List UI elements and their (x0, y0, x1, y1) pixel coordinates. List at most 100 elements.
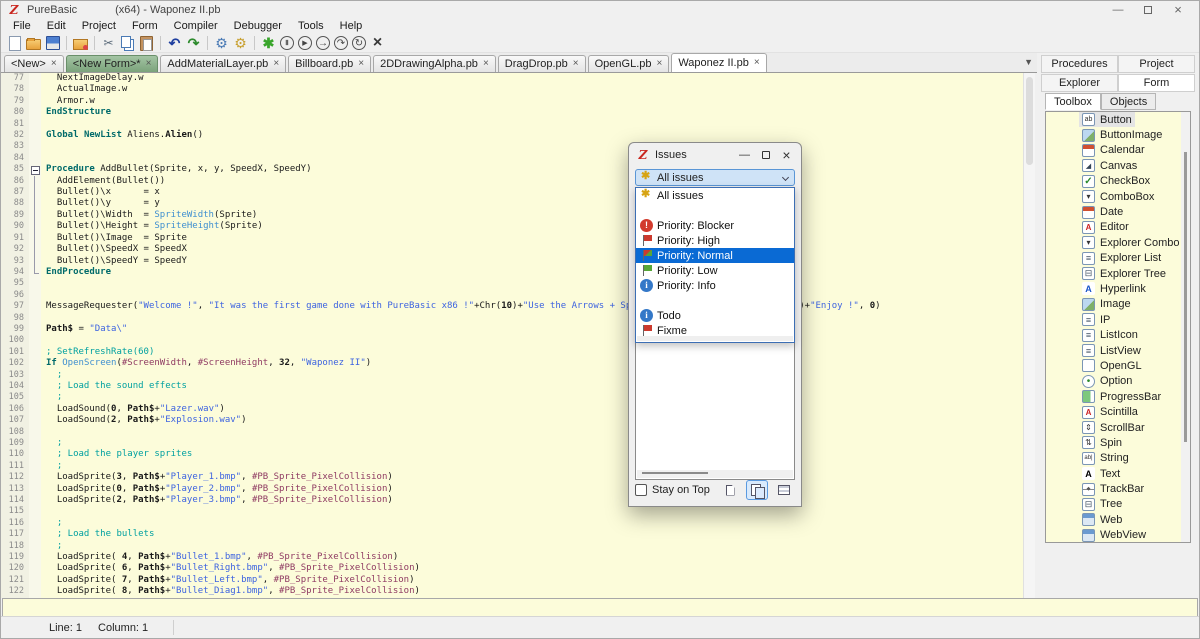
compile-run-icon[interactable] (212, 35, 231, 52)
stay-on-top-checkbox[interactable] (635, 484, 647, 496)
issues-horizontal-scrollbar[interactable] (637, 470, 793, 478)
issues-hscroll-thumb[interactable] (642, 472, 708, 474)
menu-form[interactable]: Form (124, 19, 166, 33)
file-tab-2ddrawingalpha-pb[interactable]: 2DDrawingAlpha.pb× (373, 55, 496, 72)
tab-close-icon[interactable]: × (358, 60, 364, 68)
toolbox-item-opengl[interactable]: OpenGL (1046, 358, 1190, 373)
minimize-icon[interactable]: — (1103, 1, 1133, 18)
toolbox-item-ip[interactable]: IP (1046, 312, 1190, 327)
file-tab-addmateriallayer-pb[interactable]: AddMaterialLayer.pb× (160, 55, 286, 72)
toolbox-item-editor[interactable]: Editor (1046, 220, 1190, 235)
toolbox-item-option[interactable]: Option (1046, 374, 1190, 389)
toolbox-item-canvas[interactable]: Canvas (1046, 158, 1190, 173)
dialog-maximize-icon[interactable] (755, 145, 776, 165)
toolbox-item-web[interactable]: Web (1046, 512, 1190, 527)
cut-icon[interactable] (99, 35, 118, 52)
editor-scrollbar-thumb[interactable] (1026, 77, 1033, 165)
double-page-view-button[interactable] (746, 480, 768, 500)
toolbox-item-explorer-list[interactable]: Explorer List (1046, 251, 1190, 266)
dropdown-item-priority-low[interactable]: Priority: Low (636, 263, 794, 278)
tab-close-icon[interactable]: × (273, 60, 279, 68)
toolbox-item-explorer-combo[interactable]: Explorer Combo (1046, 235, 1190, 250)
tab-close-icon[interactable]: × (754, 59, 760, 67)
tab-overflow-icon[interactable]: ▼ (1024, 57, 1033, 67)
menu-debugger[interactable]: Debugger (226, 19, 290, 33)
save-file-icon[interactable] (43, 35, 62, 52)
toolbox-item-explorer-tree[interactable]: Explorer Tree (1046, 266, 1190, 281)
undo-icon[interactable] (165, 35, 184, 52)
menu-compiler[interactable]: Compiler (166, 19, 226, 33)
toolbox-item-image[interactable]: Image (1046, 297, 1190, 312)
toolbox-item-date[interactable]: Date (1046, 204, 1190, 219)
toggle-folder-icon[interactable] (71, 35, 90, 52)
step-out-icon[interactable] (352, 36, 366, 50)
menu-tools[interactable]: Tools (290, 19, 332, 33)
close-icon[interactable]: × (1163, 1, 1193, 18)
single-page-view-button[interactable] (719, 480, 741, 500)
editor-scrollbar[interactable] (1023, 73, 1035, 598)
toolbox-item-webview[interactable]: WebView (1046, 528, 1190, 543)
dropdown-item-todo[interactable]: Todo (636, 308, 794, 323)
menu-project[interactable]: Project (74, 19, 124, 33)
toolbox-item-string[interactable]: String (1046, 451, 1190, 466)
dropdown-item-priority-normal[interactable]: Priority: Normal (636, 248, 794, 263)
dropdown-item-blank[interactable] (636, 203, 794, 218)
toolbox-item-combobox[interactable]: ComboBox (1046, 189, 1190, 204)
tab-close-icon[interactable]: × (656, 60, 662, 68)
file-tab-billboard-pb[interactable]: Billboard.pb× (288, 55, 371, 72)
menu-edit[interactable]: Edit (39, 19, 74, 33)
issues-dialog-titlebar[interactable]: Issues — × (629, 143, 801, 167)
dialog-close-icon[interactable]: × (776, 145, 797, 165)
report-view-button[interactable] (773, 480, 795, 500)
tab-project[interactable]: Project (1118, 55, 1195, 73)
start-debugger-icon[interactable] (259, 35, 278, 52)
toolbox-item-scrollbar[interactable]: ScrollBar (1046, 420, 1190, 435)
tab-explorer[interactable]: Explorer (1041, 74, 1118, 92)
toolbox-item-trackbar[interactable]: TrackBar (1046, 481, 1190, 496)
toolbox-item-hyperlink[interactable]: Hyperlink (1046, 281, 1190, 296)
toolbox-item-listicon[interactable]: ListIcon (1046, 327, 1190, 342)
toolbox-scrollbar-thumb[interactable] (1184, 152, 1187, 442)
dropdown-item-priority-high[interactable]: Priority: High (636, 233, 794, 248)
toolbox-item-scintilla[interactable]: Scintilla (1046, 404, 1190, 419)
toolbox-item-buttonimage[interactable]: ButtonImage (1046, 127, 1190, 142)
pause-icon[interactable] (280, 36, 294, 50)
restore-icon[interactable] (1133, 1, 1163, 18)
toolbox-item-spin[interactable]: Spin (1046, 435, 1190, 450)
new-file-icon[interactable] (5, 35, 24, 52)
step-over-icon[interactable] (334, 36, 348, 50)
toolbox-item-calendar[interactable]: Calendar (1046, 143, 1190, 158)
file-tab-waponez-ii-pb[interactable]: Waponez II.pb× (671, 53, 766, 72)
dropdown-scrollbar[interactable] (637, 336, 793, 341)
kill-program-icon[interactable] (368, 35, 387, 52)
file-tab-new[interactable]: <New>× (4, 55, 64, 72)
tab-close-icon[interactable]: × (573, 60, 579, 68)
code-editor[interactable]: 77 NextImageDelay.w78 ActualImage.w79 Ar… (1, 73, 1023, 598)
tab-procedures[interactable]: Procedures (1041, 55, 1118, 73)
menu-help[interactable]: Help (332, 19, 371, 33)
toolbox-item-button[interactable]: Button (1046, 112, 1190, 127)
tab-close-icon[interactable]: × (146, 60, 152, 68)
toolbox-item-listview[interactable]: ListView (1046, 343, 1190, 358)
tab-close-icon[interactable]: × (51, 60, 57, 68)
dropdown-item-priority-blocker[interactable]: Priority: Blocker (636, 218, 794, 233)
toolbox-item-progressbar[interactable]: ProgressBar (1046, 389, 1190, 404)
redo-icon[interactable] (184, 35, 203, 52)
dropdown-item-priority-info[interactable]: Priority: Info (636, 278, 794, 293)
toolbox-item-tree[interactable]: Tree (1046, 497, 1190, 512)
tab-objects[interactable]: Objects (1101, 93, 1156, 110)
toolbox-item-text[interactable]: Text (1046, 466, 1190, 481)
issues-filter-combobox[interactable]: All issues (635, 169, 795, 186)
dialog-minimize-icon[interactable]: — (734, 145, 755, 165)
syntax-check-icon[interactable] (231, 35, 250, 52)
copy-icon[interactable] (118, 35, 137, 52)
file-tab-new-form[interactable]: <New Form>*× (66, 55, 159, 72)
open-file-icon[interactable] (24, 35, 43, 52)
tab-toolbox[interactable]: Toolbox (1045, 93, 1101, 110)
fold-marker[interactable] (29, 164, 41, 175)
step-icon[interactable] (316, 36, 330, 50)
menu-file[interactable]: File (5, 19, 39, 33)
file-tab-opengl-pb[interactable]: OpenGL.pb× (588, 55, 670, 72)
tab-close-icon[interactable]: × (483, 60, 489, 68)
tab-form[interactable]: Form (1118, 74, 1195, 92)
